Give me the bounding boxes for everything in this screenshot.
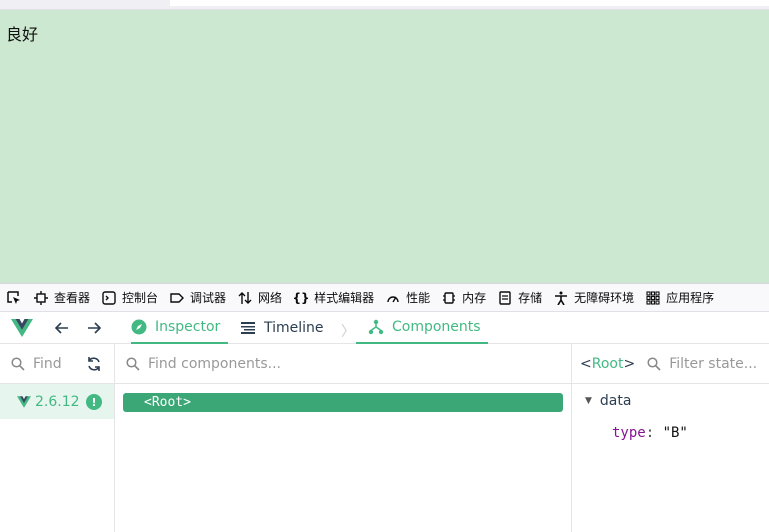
app-list-item[interactable]: 2.6.12 ! (0, 384, 114, 419)
devtools-tab-style-editor[interactable]: {} 样式编辑器 (288, 284, 380, 311)
page-text: 良好 (6, 25, 39, 44)
devtools-tab-console[interactable]: 控制台 (96, 284, 164, 311)
tab-inspector-label: Inspector (155, 319, 221, 335)
tab-timeline[interactable]: Timeline (240, 312, 324, 344)
devtools-tab-label: 无障碍环境 (574, 291, 635, 305)
vue-version: 2.6.12 (35, 393, 80, 410)
devtools-toolbar: 查看器 控制台 调试器 网络 {} 样式编辑器 性能 内存 存储 无障碍环境 应… (0, 283, 769, 312)
warning-icon[interactable]: ! (86, 394, 102, 410)
tab-inspector[interactable]: Inspector (131, 312, 228, 344)
component-search-placeholder: Find components... (148, 355, 281, 372)
accessibility-icon (553, 290, 569, 306)
devtools-tab-memory[interactable]: 内存 (436, 284, 492, 311)
component-name-close-bracket: > (623, 355, 636, 372)
find-placeholder: Find (33, 355, 62, 372)
style-editor-icon: {} (292, 290, 310, 305)
state-section-label: data (599, 393, 632, 409)
vue-logo-icon (17, 395, 31, 408)
property-value: "B" (662, 425, 688, 441)
app-find-field[interactable]: Find (0, 344, 114, 384)
component-tree-pane: Find components... <Root> (115, 344, 572, 532)
tab-components-label: Components (392, 319, 481, 335)
network-icon (237, 290, 253, 306)
devtools-tab-label: 内存 (462, 291, 487, 305)
application-icon (645, 290, 661, 306)
storage-icon (497, 290, 513, 306)
devtools-tab-inspector[interactable]: 查看器 (28, 284, 96, 311)
state-header: < Root > Filter state... (572, 344, 769, 384)
search-icon (11, 356, 25, 371)
caret-down-icon: ▼ (585, 396, 592, 406)
devtools-tab-label: 查看器 (54, 291, 91, 305)
search-icon (126, 356, 140, 371)
page-content: 良好 (0, 10, 769, 283)
component-name-open-bracket: < (580, 355, 592, 372)
inspector-icon (33, 290, 49, 306)
browser-top-strip (0, 0, 769, 10)
forward-arrow-icon[interactable] (86, 320, 102, 336)
tree-node-root[interactable]: <Root> (123, 393, 563, 412)
vue-devtools-toolbar: Inspector Timeline 〉 Components (0, 312, 769, 344)
browser-tab-area (170, 0, 769, 6)
devtools-tab-label: 存储 (518, 291, 543, 305)
tab-timeline-label: Timeline (264, 320, 324, 336)
devtools-tab-debugger[interactable]: 调试器 (164, 284, 232, 311)
devtools-tab-label: 性能 (406, 291, 431, 305)
vue-logo-icon (11, 319, 33, 341)
devtools-tab-label: 应用程序 (666, 291, 715, 305)
devtools-tab-network[interactable]: 网络 (232, 284, 288, 311)
chevron-right-icon: 〉 (341, 324, 355, 340)
devtools-tab-accessibility[interactable]: 无障碍环境 (548, 284, 640, 311)
element-picker-button[interactable] (0, 284, 28, 311)
devtools-tab-application[interactable]: 应用程序 (640, 284, 720, 311)
timeline-icon (240, 320, 256, 336)
compass-icon (131, 319, 147, 335)
apps-pane: Find 2.6.12 ! (0, 344, 115, 532)
search-icon (647, 356, 661, 371)
console-icon (101, 290, 117, 306)
selected-component-name: Root (591, 355, 624, 372)
pick-element-icon (7, 290, 20, 304)
performance-icon (385, 290, 401, 306)
component-tree-icon (368, 319, 384, 335)
devtools-tab-performance[interactable]: 性能 (380, 284, 436, 311)
property-key: type (612, 425, 646, 441)
devtools-tab-label: 控制台 (122, 291, 159, 305)
property-colon: : (645, 425, 663, 441)
devtools-tab-storage[interactable]: 存储 (492, 284, 548, 311)
state-property[interactable]: type: "B" (612, 425, 688, 441)
devtools-tab-label: 网络 (258, 291, 283, 305)
component-search-field[interactable]: Find components... (115, 344, 571, 384)
tab-components[interactable]: Components (356, 312, 488, 344)
memory-icon (441, 290, 457, 306)
devtools-tab-label: 样式编辑器 (314, 291, 375, 305)
back-arrow-icon[interactable] (54, 320, 70, 336)
state-section-data[interactable]: ▼ data (585, 393, 631, 409)
devtools-tab-label: 调试器 (190, 291, 227, 305)
debugger-icon (169, 290, 185, 306)
filter-state-input[interactable]: Filter state... (669, 356, 757, 372)
refresh-icon[interactable] (86, 356, 102, 376)
state-pane: < Root > Filter state... ▼ data type: "B" (572, 344, 769, 532)
